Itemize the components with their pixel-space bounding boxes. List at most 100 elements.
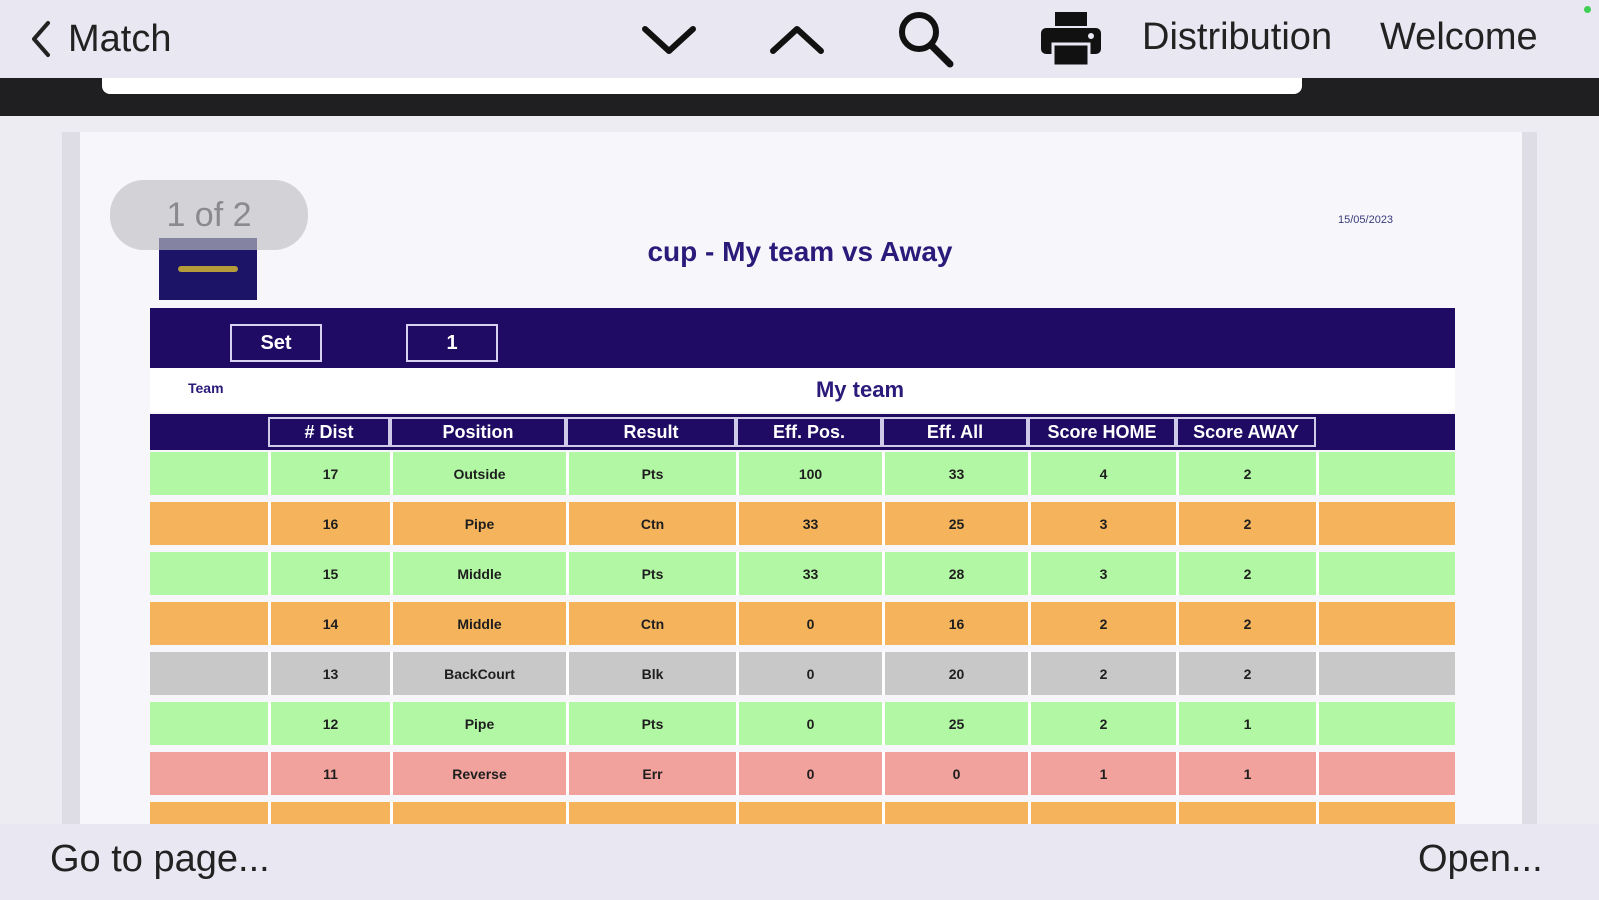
row-side-cell (1316, 602, 1455, 645)
table-row: 12 Pipe Pts 0 25 2 1 (150, 700, 1455, 746)
bottom-toolbar: Go to page... Open... (0, 824, 1599, 900)
row-side-cell (150, 602, 268, 645)
open-button[interactable]: Open... (1418, 838, 1543, 881)
cell-score-home: 2 (1028, 602, 1176, 645)
report-title: cup - My team vs Away (647, 236, 953, 267)
column-header-result: Result (566, 417, 736, 447)
cell-score-away: 2 (1176, 652, 1316, 695)
cell-eff-all: 28 (882, 552, 1028, 595)
cell-score-away: 2 (1176, 602, 1316, 645)
cell-score-home: 3 (1028, 502, 1176, 545)
cell-dist: 11 (268, 752, 390, 795)
row-side-cell (150, 452, 268, 495)
cell-result: Ctn (566, 502, 736, 545)
set-bar: Set 1 (150, 308, 1455, 368)
row-side-cell (150, 752, 268, 795)
back-button[interactable]: Match (28, 14, 171, 64)
cell-score-away: 1 (1176, 702, 1316, 745)
cell-score-home: 1 (1028, 752, 1176, 795)
previous-result-button[interactable] (764, 8, 830, 70)
cell-position: Pipe (390, 702, 566, 745)
logo-mark (178, 266, 238, 272)
cell-eff-all: 25 (882, 502, 1028, 545)
top-toolbar: Match Distribution Welcome (0, 0, 1599, 78)
row-side-cell (1316, 702, 1455, 745)
cell-position: Outside (390, 452, 566, 495)
cell-position: Reverse (390, 752, 566, 795)
row-side-cell (150, 552, 268, 595)
cell-dist: 14 (268, 602, 390, 645)
cell-score-home: 2 (1028, 652, 1176, 695)
chevron-down-icon (642, 26, 696, 54)
cell-eff-pos: 0 (736, 652, 882, 695)
report-date: 15/05/2023 (1338, 214, 1394, 226)
table-row: 16 Pipe Ctn 33 25 3 2 (150, 500, 1455, 546)
row-side-cell (1316, 752, 1455, 795)
cell-dist: 16 (268, 502, 390, 545)
back-button-label: Match (68, 17, 172, 60)
cell-eff-all: 25 (882, 702, 1028, 745)
team-name: My team (815, 377, 905, 402)
chevron-left-icon (32, 21, 50, 57)
welcome-button[interactable]: Welcome (1380, 16, 1538, 59)
search-icon (899, 12, 954, 68)
cell-result: Ctn (566, 602, 736, 645)
table-row: 11 Reverse Err 0 0 1 1 (150, 750, 1455, 796)
column-header-position: Position (390, 417, 566, 447)
column-header-score-away: Score AWAY (1176, 417, 1316, 447)
cell-score-home: 4 (1028, 452, 1176, 495)
print-button[interactable] (1034, 8, 1108, 70)
cell-score-away: 2 (1176, 502, 1316, 545)
next-result-button[interactable] (636, 8, 702, 70)
cell-position: BackCourt (390, 652, 566, 695)
row-side-cell (150, 652, 268, 695)
cell-score-home: 2 (1028, 702, 1176, 745)
page-indicator: 1 of 2 (110, 180, 308, 250)
cell-eff-pos: 0 (736, 702, 882, 745)
go-to-page-button[interactable]: Go to page... (50, 838, 270, 881)
cell-score-away: 2 (1176, 552, 1316, 595)
set-label: Set (230, 324, 322, 362)
row-side-cell (150, 502, 268, 545)
row-side-cell (150, 702, 268, 745)
chevron-up-icon (770, 26, 824, 54)
column-header-eff-all: Eff. All (882, 417, 1028, 447)
cell-score-away: 2 (1176, 452, 1316, 495)
row-side-cell (1316, 652, 1455, 695)
team-row: Team My team (150, 368, 1455, 412)
cell-result: Pts (566, 702, 736, 745)
table-row: 15 Middle Pts 33 28 3 2 (150, 550, 1455, 596)
column-header-score-home: Score HOME (1028, 417, 1176, 447)
cell-dist: 17 (268, 452, 390, 495)
cell-eff-all: 0 (882, 752, 1028, 795)
cell-eff-pos: 0 (736, 602, 882, 645)
table-row: 17 Outside Pts 100 33 4 2 (150, 450, 1455, 496)
column-header-eff-pos: Eff. Pos. (736, 417, 882, 447)
column-header-dist: # Dist (268, 417, 390, 447)
status-indicator-dot (1584, 6, 1591, 13)
distribution-button[interactable]: Distribution (1142, 16, 1332, 59)
table-row: 14 Middle Ctn 0 16 2 2 (150, 600, 1455, 646)
cell-eff-pos: 100 (736, 452, 882, 495)
printer-icon (1041, 12, 1101, 68)
set-value: 1 (406, 324, 498, 362)
cell-result: Pts (566, 552, 736, 595)
cell-result: Blk (566, 652, 736, 695)
row-side-cell (1316, 552, 1455, 595)
cell-eff-pos: 33 (736, 502, 882, 545)
table-header: # Dist Position Result Eff. Pos. Eff. Al… (150, 414, 1455, 450)
cell-result: Err (566, 752, 736, 795)
cell-dist: 13 (268, 652, 390, 695)
embedded-address-bar (102, 78, 1302, 94)
row-side-cell (1316, 502, 1455, 545)
cell-score-home: 3 (1028, 552, 1176, 595)
cell-result: Pts (566, 452, 736, 495)
cell-eff-pos: 0 (736, 752, 882, 795)
cell-score-away: 1 (1176, 752, 1316, 795)
cell-dist: 15 (268, 552, 390, 595)
search-button[interactable] (886, 8, 966, 70)
cell-eff-all: 33 (882, 452, 1028, 495)
table-row: 13 BackCourt Blk 0 20 2 2 (150, 650, 1455, 696)
cell-eff-all: 20 (882, 652, 1028, 695)
cell-position: Middle (390, 552, 566, 595)
